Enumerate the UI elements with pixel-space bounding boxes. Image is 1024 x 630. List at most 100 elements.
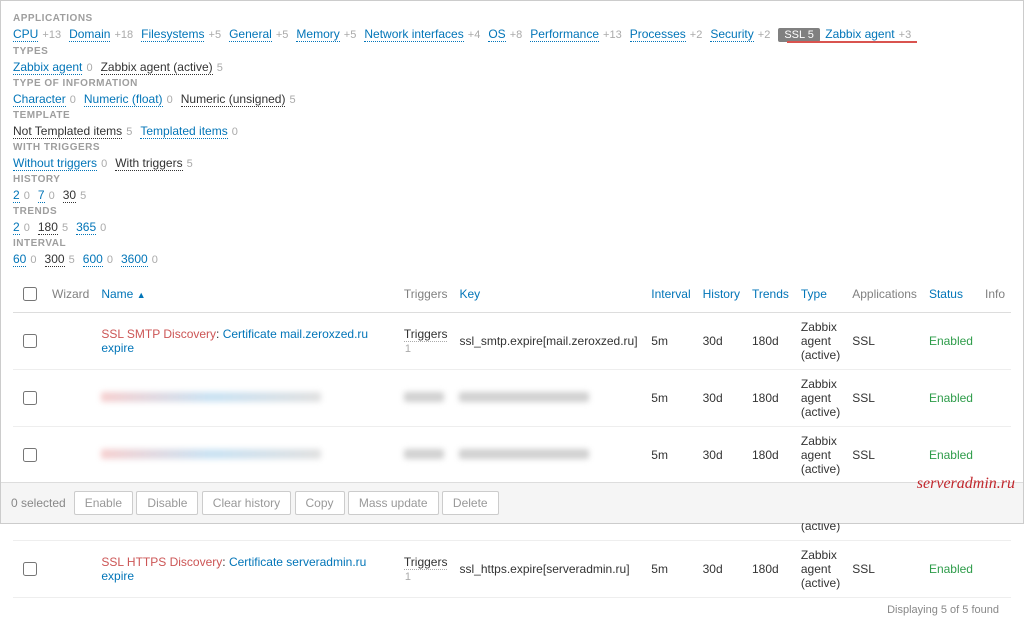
filter-link[interactable]: 3600 — [121, 252, 148, 267]
action-copy-button[interactable]: Copy — [295, 491, 345, 515]
item-prefix[interactable]: SSL SMTP Discovery — [101, 327, 216, 341]
filter-link[interactable]: Performance — [530, 27, 599, 42]
triggers-link[interactable]: Triggers — [404, 555, 448, 570]
action-bar: 0 selected Enable Disable Clear history … — [1, 482, 1023, 523]
col-trends[interactable]: Trends — [746, 276, 795, 313]
filter-link[interactable]: Templated items — [140, 124, 227, 139]
status-link[interactable]: Enabled — [929, 334, 973, 348]
table-row: SSL SMTP Discovery: Certificate mail.zer… — [13, 313, 1011, 370]
filter-tag-applications[interactable]: SSL 5 — [778, 28, 820, 42]
row-checkbox[interactable] — [23, 448, 37, 462]
action-delete-button[interactable]: Delete — [442, 491, 499, 515]
redacted — [101, 392, 321, 402]
filter-count: +5 — [205, 29, 221, 41]
table-row: 5m30d180dZabbix agent (active)SSLEnabled — [13, 370, 1011, 427]
row-checkbox[interactable] — [23, 391, 37, 405]
filter-count: +2 — [755, 29, 771, 41]
cell-type: Zabbix agent (active) — [795, 370, 846, 427]
filter-applications-label: APPLICATIONS — [13, 13, 1011, 24]
col-name[interactable]: Name ▲ — [95, 276, 398, 313]
col-applications[interactable]: Applications — [846, 276, 923, 313]
cell-interval: 5m — [645, 427, 696, 484]
col-type[interactable]: Type — [795, 276, 846, 313]
items-table: Wizard Name ▲ Triggers Key Interval Hist… — [13, 276, 1011, 598]
filter-link[interactable]: OS — [488, 27, 505, 42]
filter-link[interactable]: Processes — [630, 27, 686, 42]
col-wizard[interactable]: Wizard — [46, 276, 95, 313]
filter-count: 0 — [21, 190, 30, 202]
filter-count: 0 — [97, 222, 106, 234]
filter-typeinfo-row: Character 0Numeric (float) 0Numeric (uns… — [13, 92, 1011, 106]
cell-app: SSL — [846, 541, 923, 598]
filter-count: 0 — [149, 254, 158, 266]
filter-link[interactable]: 2 — [13, 220, 20, 235]
filter-link[interactable]: CPU — [13, 27, 38, 42]
status-link[interactable]: Enabled — [929, 562, 973, 576]
filter-link[interactable]: 365 — [76, 220, 96, 235]
col-status[interactable]: Status — [923, 276, 979, 313]
filter-count: 0 — [67, 94, 76, 106]
items-tbody: SSL SMTP Discovery: Certificate mail.zer… — [13, 313, 1011, 598]
filter-applications: APPLICATIONS CPU +13Domain +18Filesystem… — [13, 13, 1011, 42]
col-triggers[interactable]: Triggers — [398, 276, 454, 313]
filter-history-row: 2 07 030 5 — [13, 188, 1011, 202]
filter-link[interactable]: Zabbix agent (active) — [101, 60, 213, 75]
cell-trends: 180d — [746, 313, 795, 370]
filter-link[interactable]: Not Templated items — [13, 124, 122, 139]
filter-count: 5 — [184, 158, 193, 170]
cell-type: Zabbix agent (active) — [795, 541, 846, 598]
filter-link[interactable]: 180 — [38, 220, 58, 235]
triggers-link[interactable]: Triggers — [404, 327, 448, 342]
filter-link[interactable]: Character — [13, 92, 66, 107]
filter-link[interactable]: Zabbix agent — [825, 27, 894, 42]
item-prefix[interactable]: SSL HTTPS Discovery — [101, 555, 222, 569]
cell-history: 30d — [697, 370, 746, 427]
cell-trends: 180d — [746, 541, 795, 598]
cell-history: 30d — [697, 541, 746, 598]
filter-count: 5 — [214, 62, 223, 74]
filter-link[interactable]: Zabbix agent — [13, 60, 82, 75]
filter-count: 0 — [21, 222, 30, 234]
filter-link[interactable]: Filesystems — [141, 27, 204, 42]
row-checkbox[interactable] — [23, 334, 37, 348]
filter-link[interactable]: With triggers — [115, 156, 182, 171]
filter-trends: TRENDS 2 0180 5365 0 — [13, 206, 1011, 234]
filter-link[interactable]: Numeric (float) — [84, 92, 163, 107]
col-key[interactable]: Key — [453, 276, 645, 313]
action-enable-button[interactable]: Enable — [74, 491, 133, 515]
filter-count: +13 — [39, 29, 61, 41]
table-footer: Displaying 5 of 5 found — [13, 598, 1011, 622]
col-interval[interactable]: Interval — [645, 276, 696, 313]
action-disable-button[interactable]: Disable — [136, 491, 198, 515]
filter-link[interactable]: Security — [710, 27, 753, 42]
table-row: 5m30d180dZabbix agent (active)SSLEnabled — [13, 427, 1011, 484]
filter-link[interactable]: Domain — [69, 27, 110, 42]
action-mass-update-button[interactable]: Mass update — [348, 491, 439, 515]
filter-withtriggers-row: Without triggers 0 With triggers 5 — [13, 156, 1011, 170]
row-checkbox[interactable] — [23, 562, 37, 576]
select-all-checkbox[interactable] — [23, 287, 37, 301]
col-history[interactable]: History — [697, 276, 746, 313]
filter-link[interactable]: Numeric (unsigned) — [181, 92, 286, 107]
filter-link[interactable]: General — [229, 27, 272, 42]
filter-link[interactable]: Without triggers — [13, 156, 97, 171]
filter-count: 0 — [98, 158, 107, 170]
filter-link[interactable]: 30 — [63, 188, 76, 203]
filter-link[interactable]: 7 — [38, 188, 45, 203]
filter-link[interactable]: 60 — [13, 252, 26, 267]
filter-link[interactable]: 600 — [83, 252, 103, 267]
action-clear-history-button[interactable]: Clear history — [202, 491, 291, 515]
status-link[interactable]: Enabled — [929, 448, 973, 462]
filter-link[interactable]: Network interfaces — [364, 27, 463, 42]
filter-applications-row: CPU +13Domain +18Filesystems +5General +… — [13, 27, 1011, 42]
status-link[interactable]: Enabled — [929, 391, 973, 405]
filter-link[interactable]: 2 — [13, 188, 20, 203]
cell-trends: 180d — [746, 370, 795, 427]
cell-trends: 180d — [746, 427, 795, 484]
filter-link[interactable]: 300 — [45, 252, 65, 267]
filter-link[interactable]: Memory — [296, 27, 339, 42]
selected-count: 0 selected — [11, 496, 66, 510]
filter-count: 5 — [123, 126, 132, 138]
col-info[interactable]: Info — [979, 276, 1011, 313]
filter-count: 5 — [66, 254, 75, 266]
